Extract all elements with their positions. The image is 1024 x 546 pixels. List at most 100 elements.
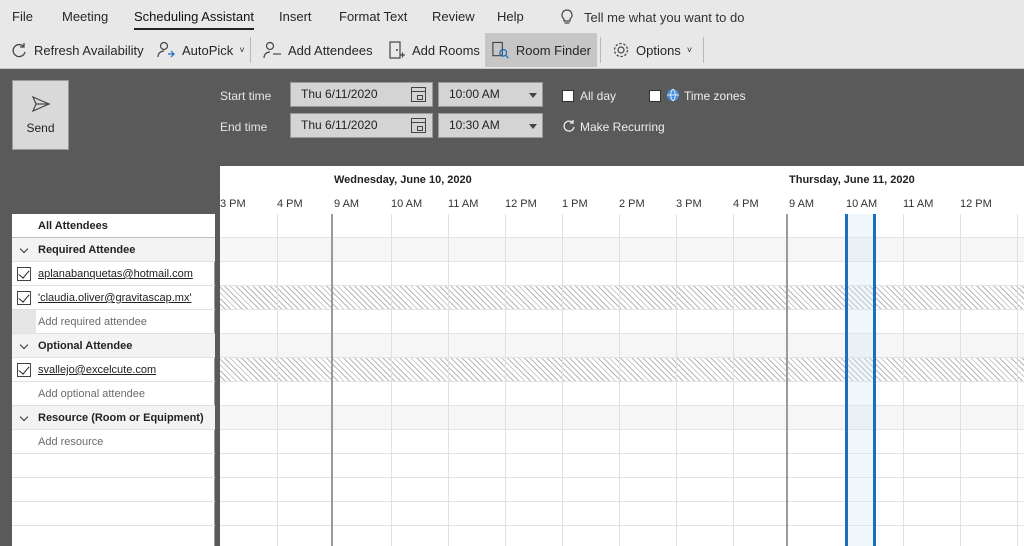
hour-gridline <box>676 214 677 546</box>
add-resource-row[interactable]: Add resource <box>12 430 215 454</box>
menu-bar: File Meeting Scheduling Assistant Insert… <box>0 0 1024 33</box>
hour-label: 1 PM <box>562 198 588 210</box>
gear-icon <box>613 42 629 58</box>
end-date-value: Thu 6/11/2020 <box>301 118 378 132</box>
hour-label: 11 AM <box>903 198 934 210</box>
add-rooms-label: Add Rooms <box>412 42 480 58</box>
end-time-label: End time <box>220 120 268 134</box>
attendee-row[interactable]: 'claudia.oliver@gravitascap.mx' <box>12 286 215 310</box>
options-label: Options <box>636 42 681 58</box>
hour-label: 12 PM <box>960 198 992 210</box>
chevron-down-icon: ˅ <box>686 45 693 55</box>
menu-format-text[interactable]: Format Text <box>339 9 407 24</box>
chevron-down-icon[interactable] <box>19 244 29 254</box>
selected-meeting-time[interactable] <box>845 214 876 546</box>
add-optional-row[interactable]: Add optional attendee <box>12 382 215 406</box>
room-finder-label: Room Finder <box>515 42 591 58</box>
hour-gridline <box>505 214 506 546</box>
attendee-email[interactable]: aplanabanquetas@hotmail.com <box>38 268 193 280</box>
attendee-email[interactable]: 'claudia.oliver@gravitascap.mx' <box>38 292 192 304</box>
required-group-row[interactable]: Required Attendee <box>12 238 215 262</box>
day-divider <box>331 214 333 546</box>
menu-insert[interactable]: Insert <box>279 9 312 24</box>
add-required-row[interactable]: Add required attendee <box>12 310 215 334</box>
room-finder-button[interactable]: Room Finder <box>485 33 597 67</box>
hour-label: 9 AM <box>334 198 360 210</box>
chevron-down-icon[interactable] <box>19 412 29 422</box>
autopick-button[interactable]: AutoPick ˅ <box>150 33 251 67</box>
tell-me-search[interactable]: Tell me what you want to do <box>560 9 744 25</box>
hour-gridline <box>1017 214 1018 546</box>
add-optional-input[interactable]: Add optional attendee <box>38 388 145 400</box>
hour-label: 4 PM <box>733 198 759 210</box>
time-zones-checkbox[interactable] <box>649 90 661 102</box>
attendee-checkbox[interactable] <box>17 267 31 281</box>
all-attendees-label: All Attendees <box>38 220 108 232</box>
hour-label: 4 PM <box>277 198 303 210</box>
room-finder-icon <box>492 41 509 59</box>
hour-label: 11 AM <box>448 198 479 210</box>
menu-review[interactable]: Review <box>432 9 475 24</box>
chevron-down-icon[interactable] <box>19 340 29 350</box>
all-attendees-row: All Attendees <box>12 214 215 238</box>
resource-group-label: Resource (Room or Equipment) <box>38 412 204 424</box>
attendee-checkbox[interactable] <box>17 363 31 377</box>
all-day-label: All day <box>580 89 617 103</box>
add-rooms-icon <box>389 41 405 59</box>
start-date-field[interactable]: Thu 6/11/2020 <box>290 82 433 107</box>
add-resource-input[interactable]: Add resource <box>38 436 103 448</box>
hour-gridline <box>391 214 392 546</box>
refresh-availability-button[interactable]: Refresh Availability <box>4 33 150 67</box>
menu-meeting[interactable]: Meeting <box>62 9 108 24</box>
menu-scheduling-assistant[interactable]: Scheduling Assistant <box>134 9 254 30</box>
end-date-field[interactable]: Thu 6/11/2020 <box>290 113 433 138</box>
hour-label: 10 AM <box>391 198 423 210</box>
hour-label: 12 PM <box>505 198 537 210</box>
menu-help[interactable]: Help <box>497 9 524 24</box>
start-time-dropdown[interactable]: 10:00 AM <box>438 82 543 107</box>
required-group-label: Required Attendee <box>38 244 136 256</box>
hour-label: 3 PM <box>220 198 246 210</box>
refresh-label: Refresh Availability <box>34 42 144 58</box>
start-time-value: 10:00 AM <box>449 87 500 101</box>
autopick-label: AutoPick <box>182 42 234 58</box>
ribbon-separator <box>250 37 251 63</box>
optional-group-row[interactable]: Optional Attendee <box>12 334 215 358</box>
start-time-label: Start time <box>220 89 272 103</box>
attendee-checkbox[interactable] <box>17 291 31 305</box>
hour-gridline <box>562 214 563 546</box>
chevron-down-icon <box>529 93 537 98</box>
make-recurring-button[interactable]: Make Recurring <box>580 120 665 134</box>
ribbon: Refresh Availability AutoPick ˅ Add Atte… <box>0 33 1024 69</box>
calendar-icon[interactable] <box>411 87 426 102</box>
recurrence-icon <box>563 120 575 132</box>
globe-icon <box>667 88 679 102</box>
hour-gridline <box>733 214 734 546</box>
empty-row <box>12 502 215 526</box>
resource-group-row[interactable]: Resource (Room or Equipment) <box>12 406 215 430</box>
lightbulb-icon <box>561 9 573 24</box>
add-rooms-button[interactable]: Add Rooms <box>382 33 486 67</box>
timeline[interactable]: Wednesday, June 10, 2020 Thursday, June … <box>220 166 1024 546</box>
calendar-icon[interactable] <box>411 118 426 133</box>
row-handle <box>12 310 36 333</box>
attendee-row[interactable]: aplanabanquetas@hotmail.com <box>12 262 215 286</box>
send-button[interactable]: Send <box>12 80 69 150</box>
attendee-row[interactable]: svallejo@excelcute.com <box>12 358 215 382</box>
menu-file[interactable]: File <box>12 9 33 24</box>
end-time-dropdown[interactable]: 10:30 AM <box>438 113 543 138</box>
all-day-checkbox[interactable] <box>562 90 574 102</box>
add-attendees-button[interactable]: Add Attendees <box>256 33 379 67</box>
add-attendees-label: Add Attendees <box>288 42 373 58</box>
start-date-value: Thu 6/11/2020 <box>301 87 378 101</box>
chevron-down-icon <box>529 124 537 129</box>
day-divider <box>786 214 788 546</box>
time-zones-label: Time zones <box>684 89 746 103</box>
end-time-value: 10:30 AM <box>449 118 500 132</box>
options-button[interactable]: Options ˅ <box>606 33 698 67</box>
attendee-email[interactable]: svallejo@excelcute.com <box>38 364 156 376</box>
hour-label: 10 AM <box>846 198 878 210</box>
hour-label: 2 PM <box>619 198 645 210</box>
refresh-icon <box>12 43 26 58</box>
add-required-input[interactable]: Add required attendee <box>38 316 147 328</box>
